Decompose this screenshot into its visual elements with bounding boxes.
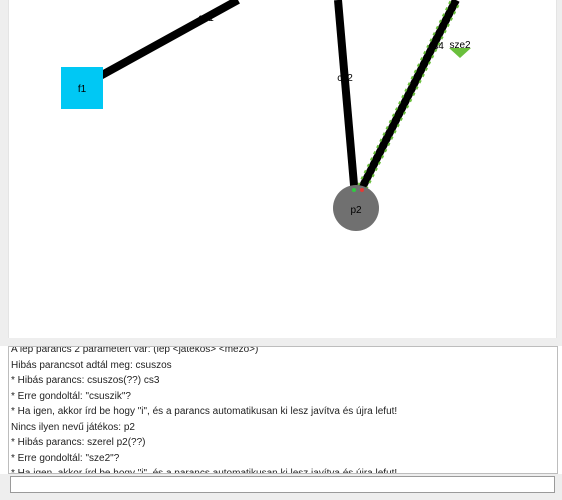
console-line: A lép parancs 2 paramétert vár: (lép <já… bbox=[11, 346, 259, 355]
map-canvas[interactable]: f1 p2 cs1 cs2 cs4 sze2 bbox=[0, 0, 562, 338]
pipe-cs2-label: cs2 bbox=[337, 73, 353, 84]
console-line: Hibás parancsot adtál meg: csuszos bbox=[11, 359, 172, 371]
console-line: * Ha igen, akkor írd be hogy "i", és a p… bbox=[11, 468, 398, 474]
pump-input-dot bbox=[352, 188, 356, 192]
console-line: * Erre gondoltál: "csuszik"? bbox=[11, 390, 131, 402]
canvas-right-border bbox=[556, 0, 562, 338]
console-line: Nincs ilyen nevű játékos: p2 bbox=[11, 421, 135, 433]
console-line: * Erre gondoltál: "sze2"? bbox=[11, 452, 120, 464]
node-p2-label: p2 bbox=[350, 205, 362, 216]
node-f1-label: f1 bbox=[78, 84, 87, 95]
console-output[interactable]: A lép parancs 2 paramétert vár: (lép <já… bbox=[8, 346, 558, 474]
command-bar bbox=[0, 474, 562, 500]
pump-output-dot bbox=[360, 188, 364, 192]
command-input[interactable] bbox=[10, 476, 555, 493]
pipe-cs4-label: cs4 bbox=[428, 41, 444, 52]
canvas-left-border bbox=[0, 0, 9, 338]
panel-splitter[interactable] bbox=[0, 338, 562, 346]
pipe-cs4[interactable] bbox=[352, 0, 460, 202]
player-sze2-label: sze2 bbox=[449, 40, 471, 51]
console-log: A lép parancs 2 paramétert vár: (lép <já… bbox=[11, 346, 398, 474]
pipe-cs4-flow-right bbox=[359, 1, 461, 203]
pipe-cs1[interactable] bbox=[80, 0, 240, 90]
console-line: * Hibás parancs: csuszos(??) cs3 bbox=[11, 375, 160, 386]
console-line: * Hibás parancs: szerel p2(??) bbox=[11, 437, 146, 448]
pipe-cs2[interactable] bbox=[334, 0, 360, 209]
console-line: * Ha igen, akkor írd be hogy "i", és a p… bbox=[11, 406, 398, 417]
pipe-cs1-label: cs1 bbox=[198, 13, 214, 24]
game-map[interactable]: f1 p2 cs1 cs2 cs4 sze2 bbox=[0, 0, 562, 338]
